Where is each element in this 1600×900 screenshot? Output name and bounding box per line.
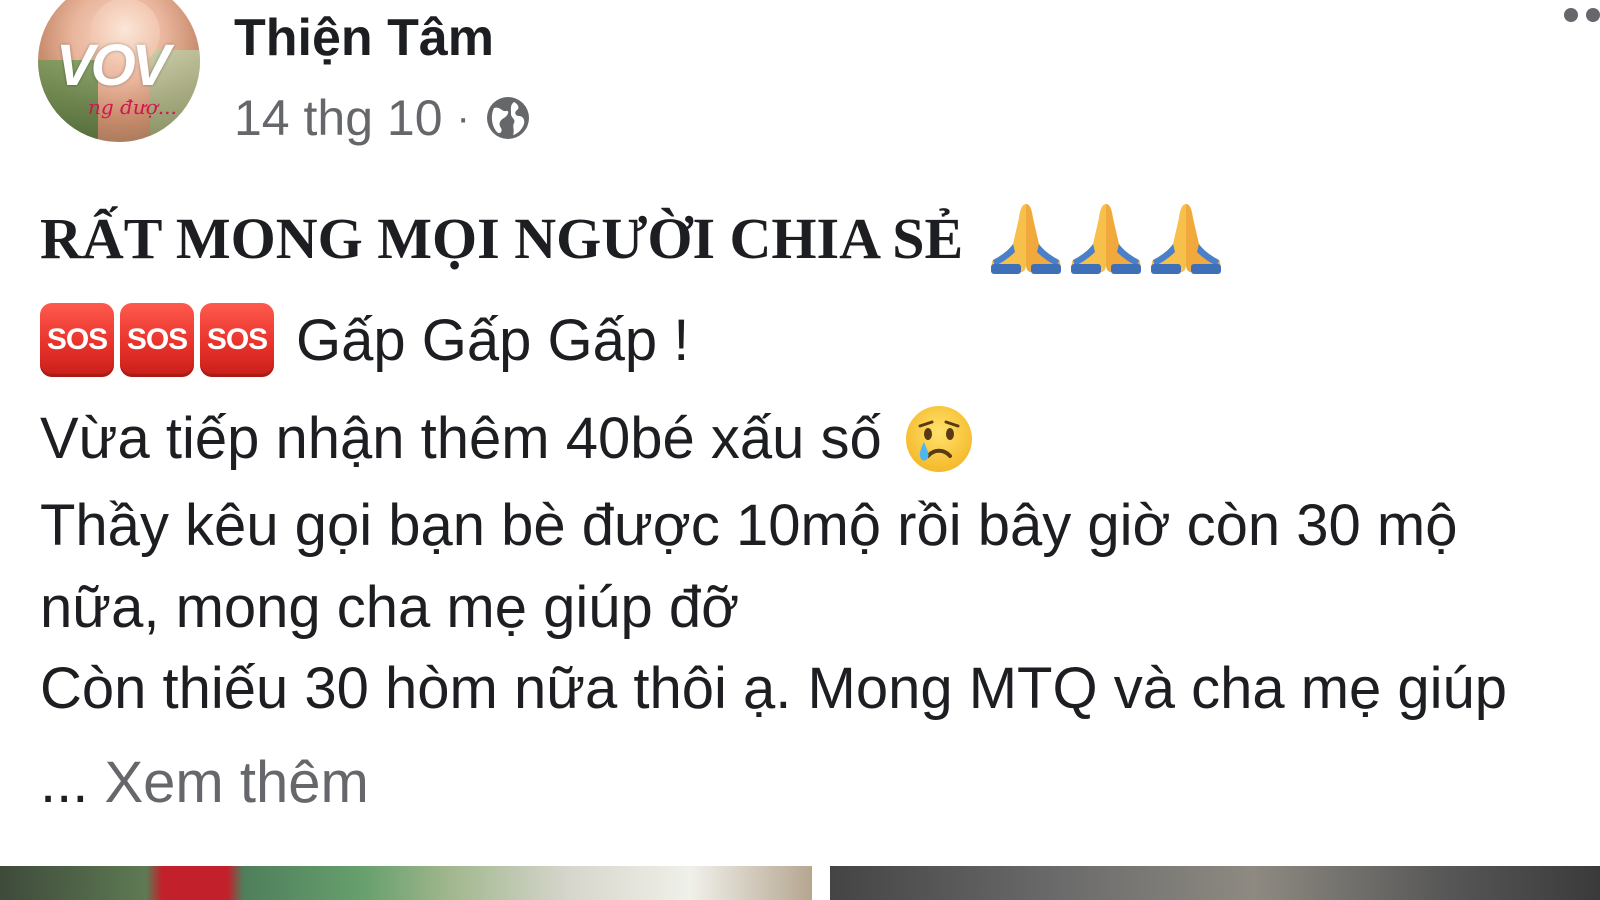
sos-line: SOS SOS SOS Gấp Gấp Gấp ! bbox=[40, 302, 689, 378]
sos-icon: SOS bbox=[200, 303, 274, 377]
vov-watermark-logo: VOV bbox=[56, 33, 170, 98]
urgent-text: Gấp Gấp Gấp ! bbox=[296, 307, 690, 373]
ellipsis: ... bbox=[40, 750, 89, 815]
headline: RẤT MONG MỌI NGƯỜI CHIA SẺ bbox=[40, 200, 1225, 276]
folded-hands-icon bbox=[1151, 204, 1222, 274]
body-line: nữa, mong cha mẹ giúp đỡ bbox=[40, 575, 740, 640]
author-name[interactable]: Thiện Tâm bbox=[234, 6, 494, 70]
post-image-left[interactable] bbox=[0, 866, 812, 900]
sos-icon: SOS bbox=[120, 303, 194, 377]
meta-separator: · bbox=[456, 95, 470, 140]
headline-text: RẤT MONG MỌI NGƯỜI CHIA SẺ bbox=[40, 205, 964, 271]
post-image-right[interactable] bbox=[830, 866, 1600, 900]
avatar-caption: ng đượ... bbox=[88, 95, 177, 119]
folded-hands-icon bbox=[1071, 204, 1142, 274]
see-more: ... Xem thêm bbox=[40, 745, 369, 821]
avatar[interactable]: VOV ng đượ... bbox=[38, 0, 200, 142]
post-date[interactable]: 14 thg 10 bbox=[234, 89, 443, 147]
folded-hands-icon bbox=[991, 204, 1062, 274]
globe-icon bbox=[486, 97, 529, 139]
post-meta: 14 thg 10 · bbox=[234, 88, 532, 148]
body-line-text: Vừa tiếp nhận thêm 40bé xấu số bbox=[40, 406, 882, 471]
crying-face-icon bbox=[905, 406, 972, 472]
post-images bbox=[0, 866, 1600, 900]
see-more-link[interactable]: Xem thêm bbox=[104, 750, 368, 815]
sos-icon: SOS bbox=[40, 303, 114, 377]
body-line: Vừa tiếp nhận thêm 40bé xấu số bbox=[40, 398, 974, 480]
facebook-post: VOV ng đượ... Thiện Tâm 14 thg 10 · RẤT … bbox=[0, 0, 1600, 900]
body-line: Còn thiếu 30 hòm nữa thôi ạ. Mong MTQ và… bbox=[40, 656, 1508, 721]
body-line: Thầy kêu gọi bạn bè được 10mộ rồi bây gi… bbox=[40, 493, 1458, 558]
more-options-icon[interactable] bbox=[1564, 8, 1600, 22]
